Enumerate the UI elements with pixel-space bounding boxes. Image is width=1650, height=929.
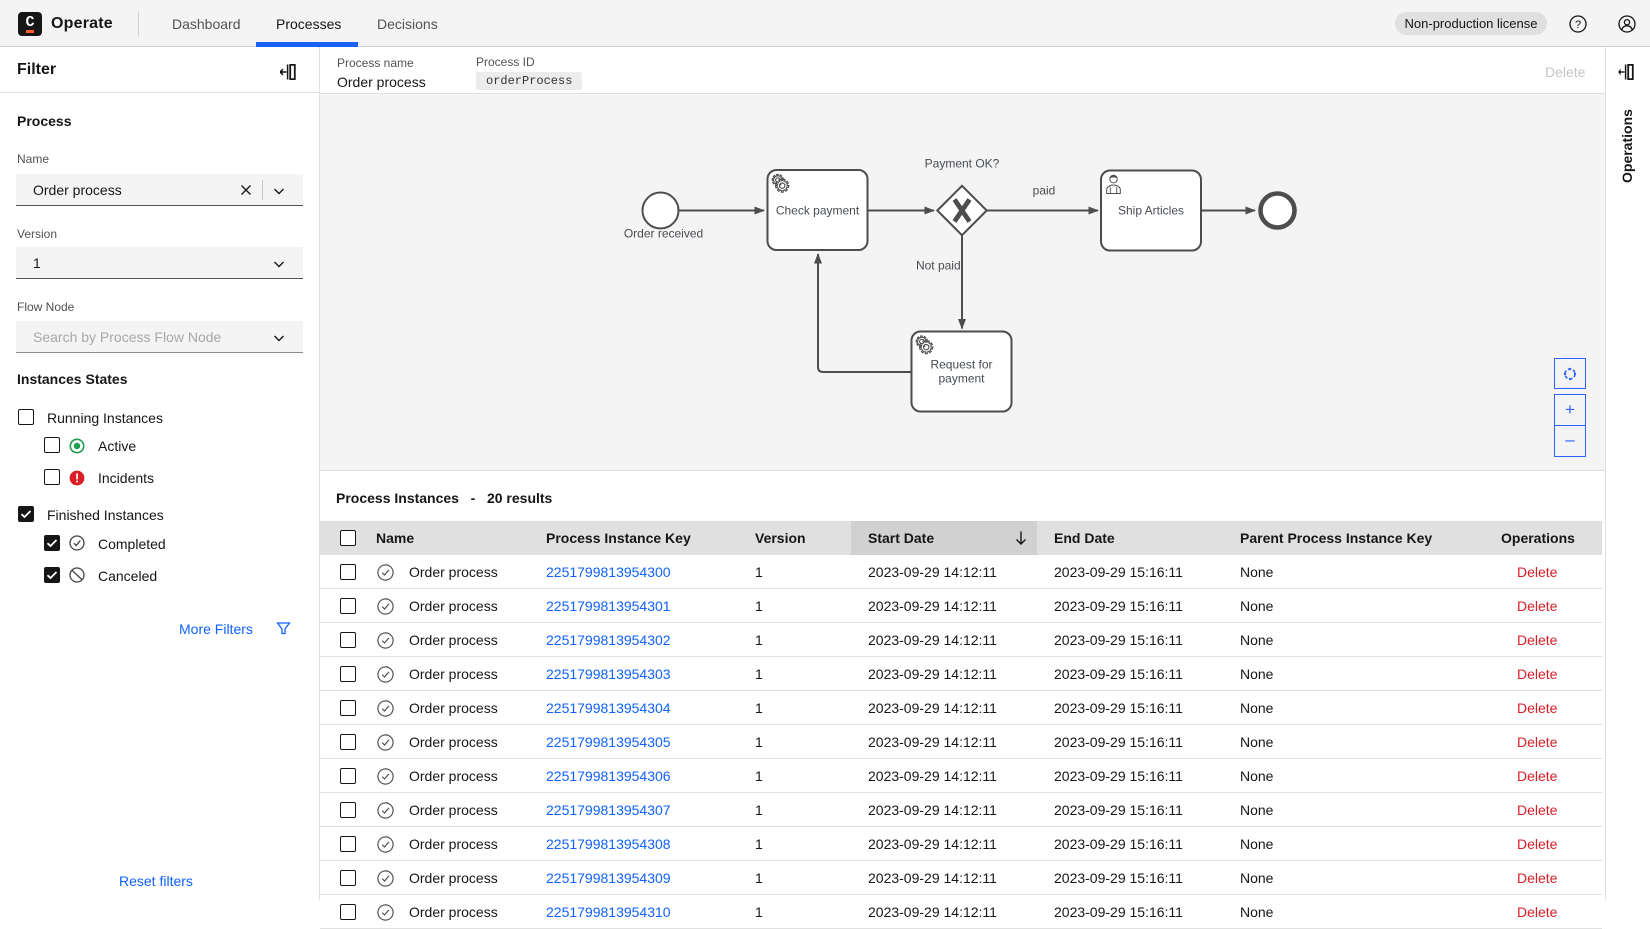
- svg-text:?: ?: [1575, 19, 1581, 31]
- svg-text:Payment OK?: Payment OK?: [925, 157, 1000, 171]
- svg-text:paid: paid: [1033, 184, 1056, 198]
- svg-text:payment: payment: [938, 372, 985, 386]
- svg-text:Not paid: Not paid: [916, 259, 961, 273]
- svg-text:Ship Articles: Ship Articles: [1118, 204, 1184, 218]
- svg-text:Request for: Request for: [930, 358, 992, 372]
- svg-text:Order received: Order received: [624, 227, 703, 241]
- svg-text:Check payment: Check payment: [776, 204, 860, 218]
